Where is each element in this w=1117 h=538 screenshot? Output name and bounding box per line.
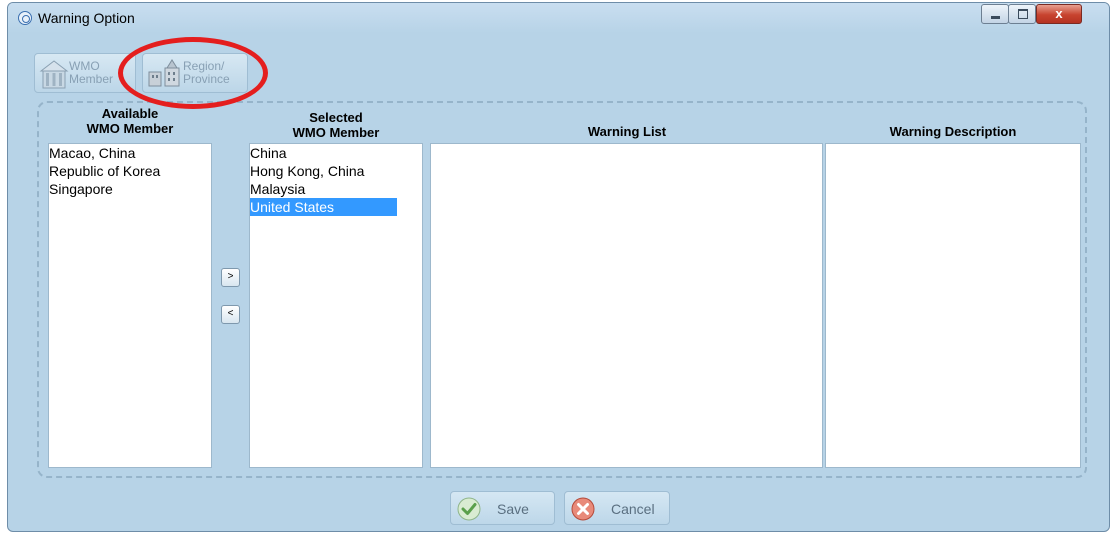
warning-list-header: Warning List (587, 124, 667, 139)
available-member-list[interactable]: Macao, China Republic of Korea Singapore (48, 143, 212, 468)
warning-description-panel[interactable] (825, 143, 1081, 468)
maximize-button[interactable] (1008, 4, 1036, 24)
warning-description-header: Warning Description (889, 124, 1017, 139)
add-member-button[interactable]: > (221, 268, 240, 287)
save-label: Save (497, 501, 529, 517)
cancel-button[interactable]: Cancel (564, 491, 670, 525)
title-bar[interactable]: Warning Option x (8, 3, 1109, 33)
warning-list[interactable] (430, 143, 823, 468)
selected-member-header: Selected WMO Member (292, 110, 380, 140)
building-icon (39, 60, 69, 89)
app-globe-icon (18, 11, 32, 25)
close-button[interactable]: x (1036, 4, 1082, 24)
available-member-header: Available WMO Member (86, 106, 174, 136)
check-icon (457, 497, 481, 521)
cancel-x-icon (571, 497, 595, 521)
list-item-selected[interactable]: United States (250, 198, 397, 216)
annotation-circle (118, 37, 268, 109)
list-item[interactable]: China (250, 144, 422, 162)
cancel-label: Cancel (611, 501, 655, 517)
window-title: Warning Option (38, 10, 135, 26)
list-item[interactable]: Macao, China (49, 144, 211, 162)
save-button[interactable]: Save (450, 491, 555, 525)
minimize-button[interactable] (981, 4, 1009, 24)
list-item[interactable]: Republic of Korea (49, 162, 211, 180)
list-item[interactable]: Singapore (49, 180, 211, 198)
wmo-member-label: WMO Member (69, 59, 114, 86)
selected-member-list[interactable]: China Hong Kong, China Malaysia United S… (249, 143, 423, 468)
remove-member-button[interactable]: < (221, 305, 240, 324)
list-item[interactable]: Hong Kong, China (250, 162, 422, 180)
list-item[interactable]: Malaysia (250, 180, 422, 198)
